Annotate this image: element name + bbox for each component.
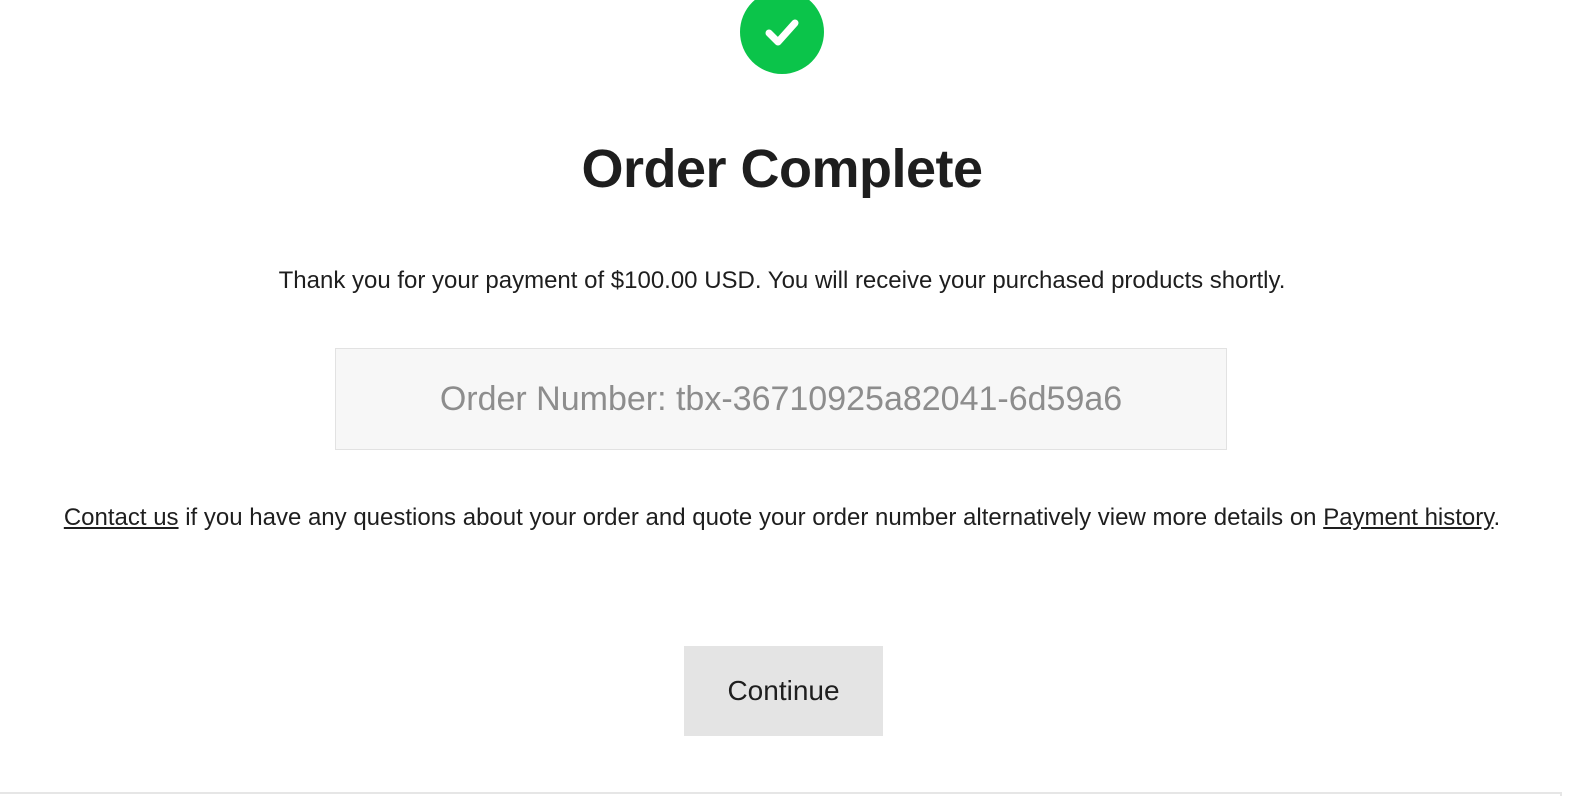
- contact-paragraph: Contact us if you have any questions abo…: [60, 495, 1504, 540]
- continue-button[interactable]: Continue: [684, 646, 883, 736]
- payment-history-link[interactable]: Payment history: [1323, 504, 1493, 531]
- payment-confirmation-message: Thank you for your payment of $100.00 US…: [278, 267, 1286, 294]
- contact-text-end: .: [1493, 504, 1501, 531]
- order-number-text: Order Number: tbx-36710925a82041-6d59a6: [439, 379, 1123, 418]
- footer-divider: [0, 792, 1562, 796]
- checkmark-icon: [740, 0, 824, 74]
- page-title: Order Complete: [581, 139, 983, 199]
- contact-us-link[interactable]: Contact us: [64, 504, 179, 531]
- order-complete-page: Order Complete Thank you for your paymen…: [0, 0, 1592, 796]
- contact-text: if you have any questions about your ord…: [178, 504, 1324, 531]
- order-number-box: Order Number: tbx-36710925a82041-6d59a6: [335, 348, 1227, 450]
